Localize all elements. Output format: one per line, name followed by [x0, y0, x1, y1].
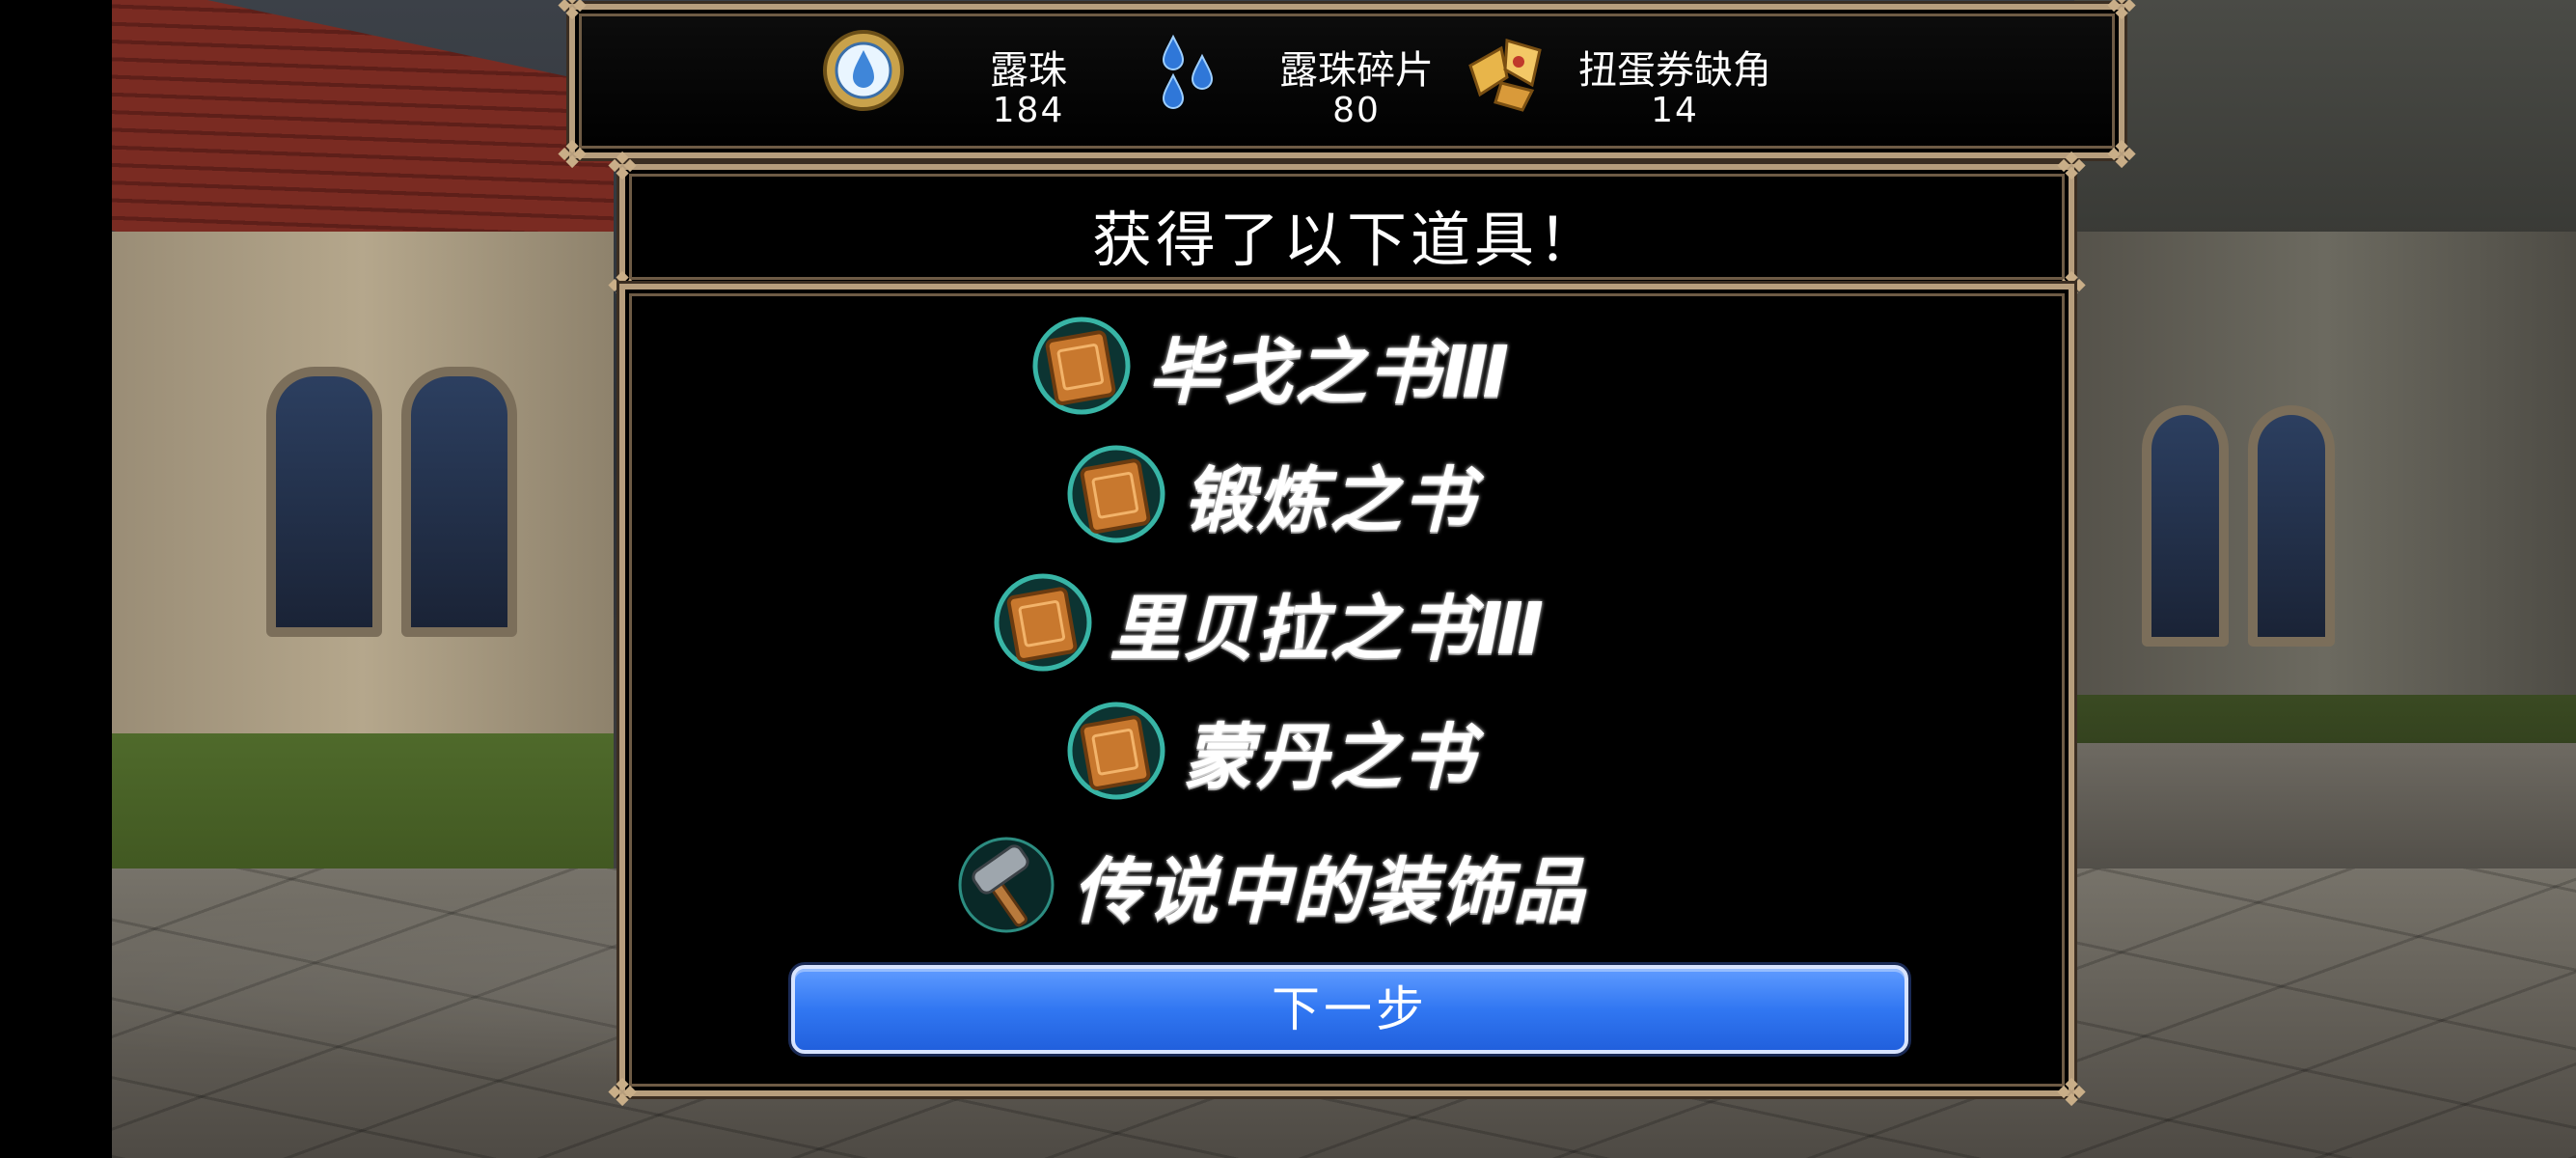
- currency-value: 80: [1332, 91, 1381, 130]
- reward-items-panel: ❖ ❖ 毕戈之书Ⅲ 锻炼之书 里贝拉之书Ⅲ 蒙丹之书 传说中的装饰品 下一步: [605, 284, 2089, 1116]
- dew-orb-icon: [820, 27, 907, 114]
- currency-value: 184: [992, 91, 1065, 130]
- reward-item-label: 锻炼之书: [1183, 458, 1476, 542]
- frame-corner-ornament: ❖: [2054, 145, 2089, 189]
- reward-item-label: 里贝拉之书Ⅲ: [1110, 587, 1546, 671]
- frame-corner-ornament: ❖: [605, 1071, 640, 1116]
- arched-window: [2248, 405, 2335, 647]
- currency-value: 14: [1651, 91, 1699, 130]
- stone-step-right: [2074, 743, 2576, 888]
- frame-corner-ornament: ❖: [2054, 1071, 2089, 1116]
- currency-name: 扭蛋券缺角: [1578, 48, 1771, 93]
- frame-corner-ornament: ❖: [605, 145, 640, 189]
- book-icon: [1063, 441, 1169, 547]
- reward-item: 里贝拉之书Ⅲ: [990, 569, 1546, 676]
- reward-item-label: 毕戈之书Ⅲ: [1148, 330, 1511, 414]
- dew-shard-icon: [1144, 27, 1231, 114]
- currency-bar: ❖ ❖ ❖ ❖ 露珠 184 露珠碎片 80 扭蛋券缺角 14: [555, 0, 2139, 178]
- book-icon: [1063, 698, 1169, 804]
- arched-window: [266, 367, 382, 637]
- roof-right: [2074, 0, 2576, 251]
- currency-name: 露珠碎片: [1279, 48, 1434, 93]
- gacha-ticket-fragment-icon: [1463, 27, 1549, 114]
- currency-name: 露珠: [990, 48, 1067, 93]
- hammer-icon: [953, 832, 1059, 938]
- reward-item-label: 传说中的装饰品: [1073, 849, 1586, 933]
- next-button[interactable]: 下一步: [791, 965, 1908, 1054]
- frame-corner-ornament: ❖: [2104, 0, 2139, 29]
- dialog-title: 获得了以下道具！: [1091, 205, 1602, 275]
- book-icon: [990, 569, 1096, 676]
- reward-item: 锻炼之书: [1063, 441, 1476, 547]
- frame-corner-ornament: ❖: [2104, 133, 2139, 178]
- reward-item-label: 蒙丹之书: [1183, 715, 1476, 799]
- reward-dialog-header: ❖ ❖ ❖ ❖ 获得了以下道具！: [605, 145, 2089, 309]
- frame-corner-ornament: ❖: [555, 0, 589, 29]
- reward-item: 毕戈之书Ⅲ: [1028, 313, 1511, 419]
- arched-window: [2142, 405, 2229, 647]
- reward-item: 蒙丹之书: [1063, 698, 1476, 804]
- book-icon: [1028, 313, 1135, 419]
- arched-window: [401, 367, 517, 637]
- reward-item: 传说中的装饰品: [953, 832, 1586, 938]
- frame-corner-ornament: ❖: [555, 133, 589, 178]
